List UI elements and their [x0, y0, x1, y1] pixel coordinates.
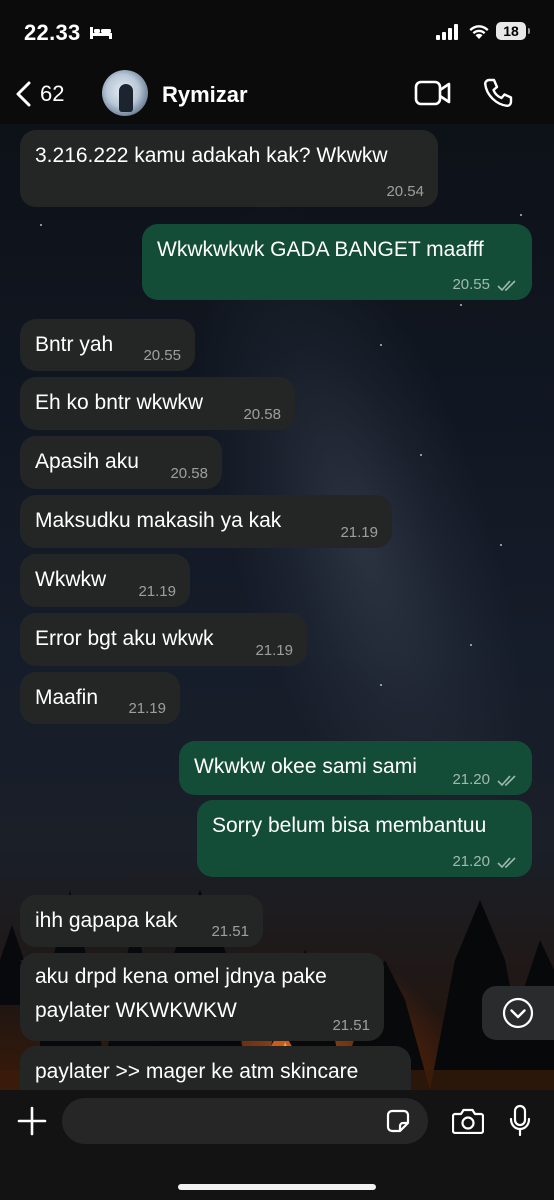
avatar[interactable] — [102, 70, 148, 116]
sticker-icon[interactable] — [386, 1109, 410, 1133]
read-receipt-icon — [497, 775, 516, 787]
message-text: Maksudku makasih ya kak — [35, 509, 282, 532]
message-bubble-incoming[interactable]: Maafin 21.19 — [20, 672, 180, 724]
read-receipt-icon — [497, 280, 516, 292]
message-text: 3.216.222 kamu adakah kak? Wkwkw — [35, 144, 388, 167]
message-text: Apasih aku — [35, 450, 139, 473]
back-button[interactable]: 62 — [14, 76, 64, 112]
message-bubble-incoming[interactable]: Maksudku makasih ya kak 21.19 — [20, 495, 392, 548]
message-time: 21.51 — [211, 923, 249, 940]
message-text: Sorry belum bisa membantuu — [212, 814, 487, 837]
battery-indicator: 18 — [496, 22, 526, 40]
message-time: 21.19 — [340, 524, 378, 541]
message-text: Eh ko bntr wkwkw — [35, 391, 204, 414]
home-indicator[interactable] — [178, 1184, 376, 1190]
message-text: aku drpd kena omel jdnya pake — [35, 965, 327, 988]
back-chevron-icon — [16, 81, 31, 107]
message-bubble-incoming[interactable]: Eh ko bntr wkwkw 20.58 — [20, 377, 295, 430]
status-time: 22.33 — [24, 20, 81, 45]
status-bar: 22.33 18 — [0, 0, 554, 62]
message-text: Error bgt aku wkwk — [35, 627, 214, 650]
message-input[interactable] — [62, 1098, 428, 1144]
message-time: 20.54 — [386, 183, 424, 200]
message-text: Wkwkwkwk GADA BANGET maafff — [157, 238, 484, 261]
message-time: 21.19 — [128, 700, 166, 717]
message-time: 20.55 — [143, 347, 181, 364]
message-text: Bntr yah — [35, 333, 114, 356]
message-time: 21.19 — [138, 583, 176, 600]
message-bubble-outgoing[interactable]: Wkwkw okee sami sami 21.20 — [179, 741, 532, 795]
message-bubble-outgoing[interactable]: Sorry belum bisa membantuu 21.20 — [197, 800, 532, 877]
message-text: paylater >> mager ke atm skincare — [35, 1060, 359, 1083]
message-text: Wkwkw okee sami sami — [194, 755, 417, 778]
camera-icon[interactable] — [452, 1108, 484, 1134]
scroll-to-bottom-button[interactable] — [482, 986, 554, 1040]
message-time: 21.51 — [332, 1017, 370, 1034]
composer-bar — [0, 1090, 554, 1200]
message-bubble-incoming[interactable]: 3.216.222 kamu adakah kak? Wkwkw 20.54 — [20, 130, 438, 207]
message-text-line2: paylater WKWKWKW — [35, 999, 237, 1022]
message-bubble-incoming[interactable]: aku drpd kena omel jdnya pake paylater W… — [20, 953, 384, 1041]
read-receipt-icon — [497, 857, 516, 869]
avatar-figure — [119, 84, 133, 112]
message-bubble-incoming[interactable]: Error bgt aku wkwk 21.19 — [20, 613, 307, 666]
message-time: 21.19 — [255, 642, 293, 659]
message-text: Maafin — [35, 686, 99, 709]
message-bubble-incoming[interactable]: ihh gapapa kak 21.51 — [20, 895, 263, 947]
wifi-icon — [469, 25, 489, 39]
message-time: 21.20 — [452, 853, 490, 870]
message-text: Wkwkw — [35, 568, 107, 591]
mic-icon[interactable] — [508, 1104, 532, 1138]
plus-icon[interactable] — [16, 1105, 48, 1137]
battery-tip — [528, 28, 530, 34]
message-time: 21.20 — [452, 771, 490, 788]
message-time: 20.58 — [170, 465, 208, 482]
video-call-icon[interactable] — [414, 79, 452, 107]
message-bubble-incoming[interactable]: Apasih aku 20.58 — [20, 436, 222, 489]
bed-icon — [90, 27, 112, 39]
chat-header: 62 Rymizar — [0, 62, 554, 124]
message-bubble-incoming[interactable]: Bntr yah 20.55 — [20, 319, 195, 371]
unread-count: 62 — [40, 81, 65, 106]
message-time: 20.55 — [452, 276, 490, 293]
chevron-down-icon — [502, 997, 534, 1029]
message-bubble-outgoing[interactable]: Wkwkwkwk GADA BANGET maafff 20.55 — [142, 224, 532, 300]
message-time: 20.58 — [243, 406, 281, 423]
signal-icon — [436, 24, 458, 40]
message-bubble-incoming[interactable]: Wkwkw 21.19 — [20, 554, 190, 607]
phone-call-icon[interactable] — [482, 77, 514, 109]
message-bubble-incoming[interactable]: paylater >> mager ke atm skincare — [20, 1046, 411, 1090]
contact-name[interactable]: Rymizar — [162, 82, 248, 108]
message-list[interactable]: 3.216.222 kamu adakah kak? Wkwkw 20.54 W… — [0, 124, 554, 1090]
message-text: ihh gapapa kak — [35, 909, 178, 932]
